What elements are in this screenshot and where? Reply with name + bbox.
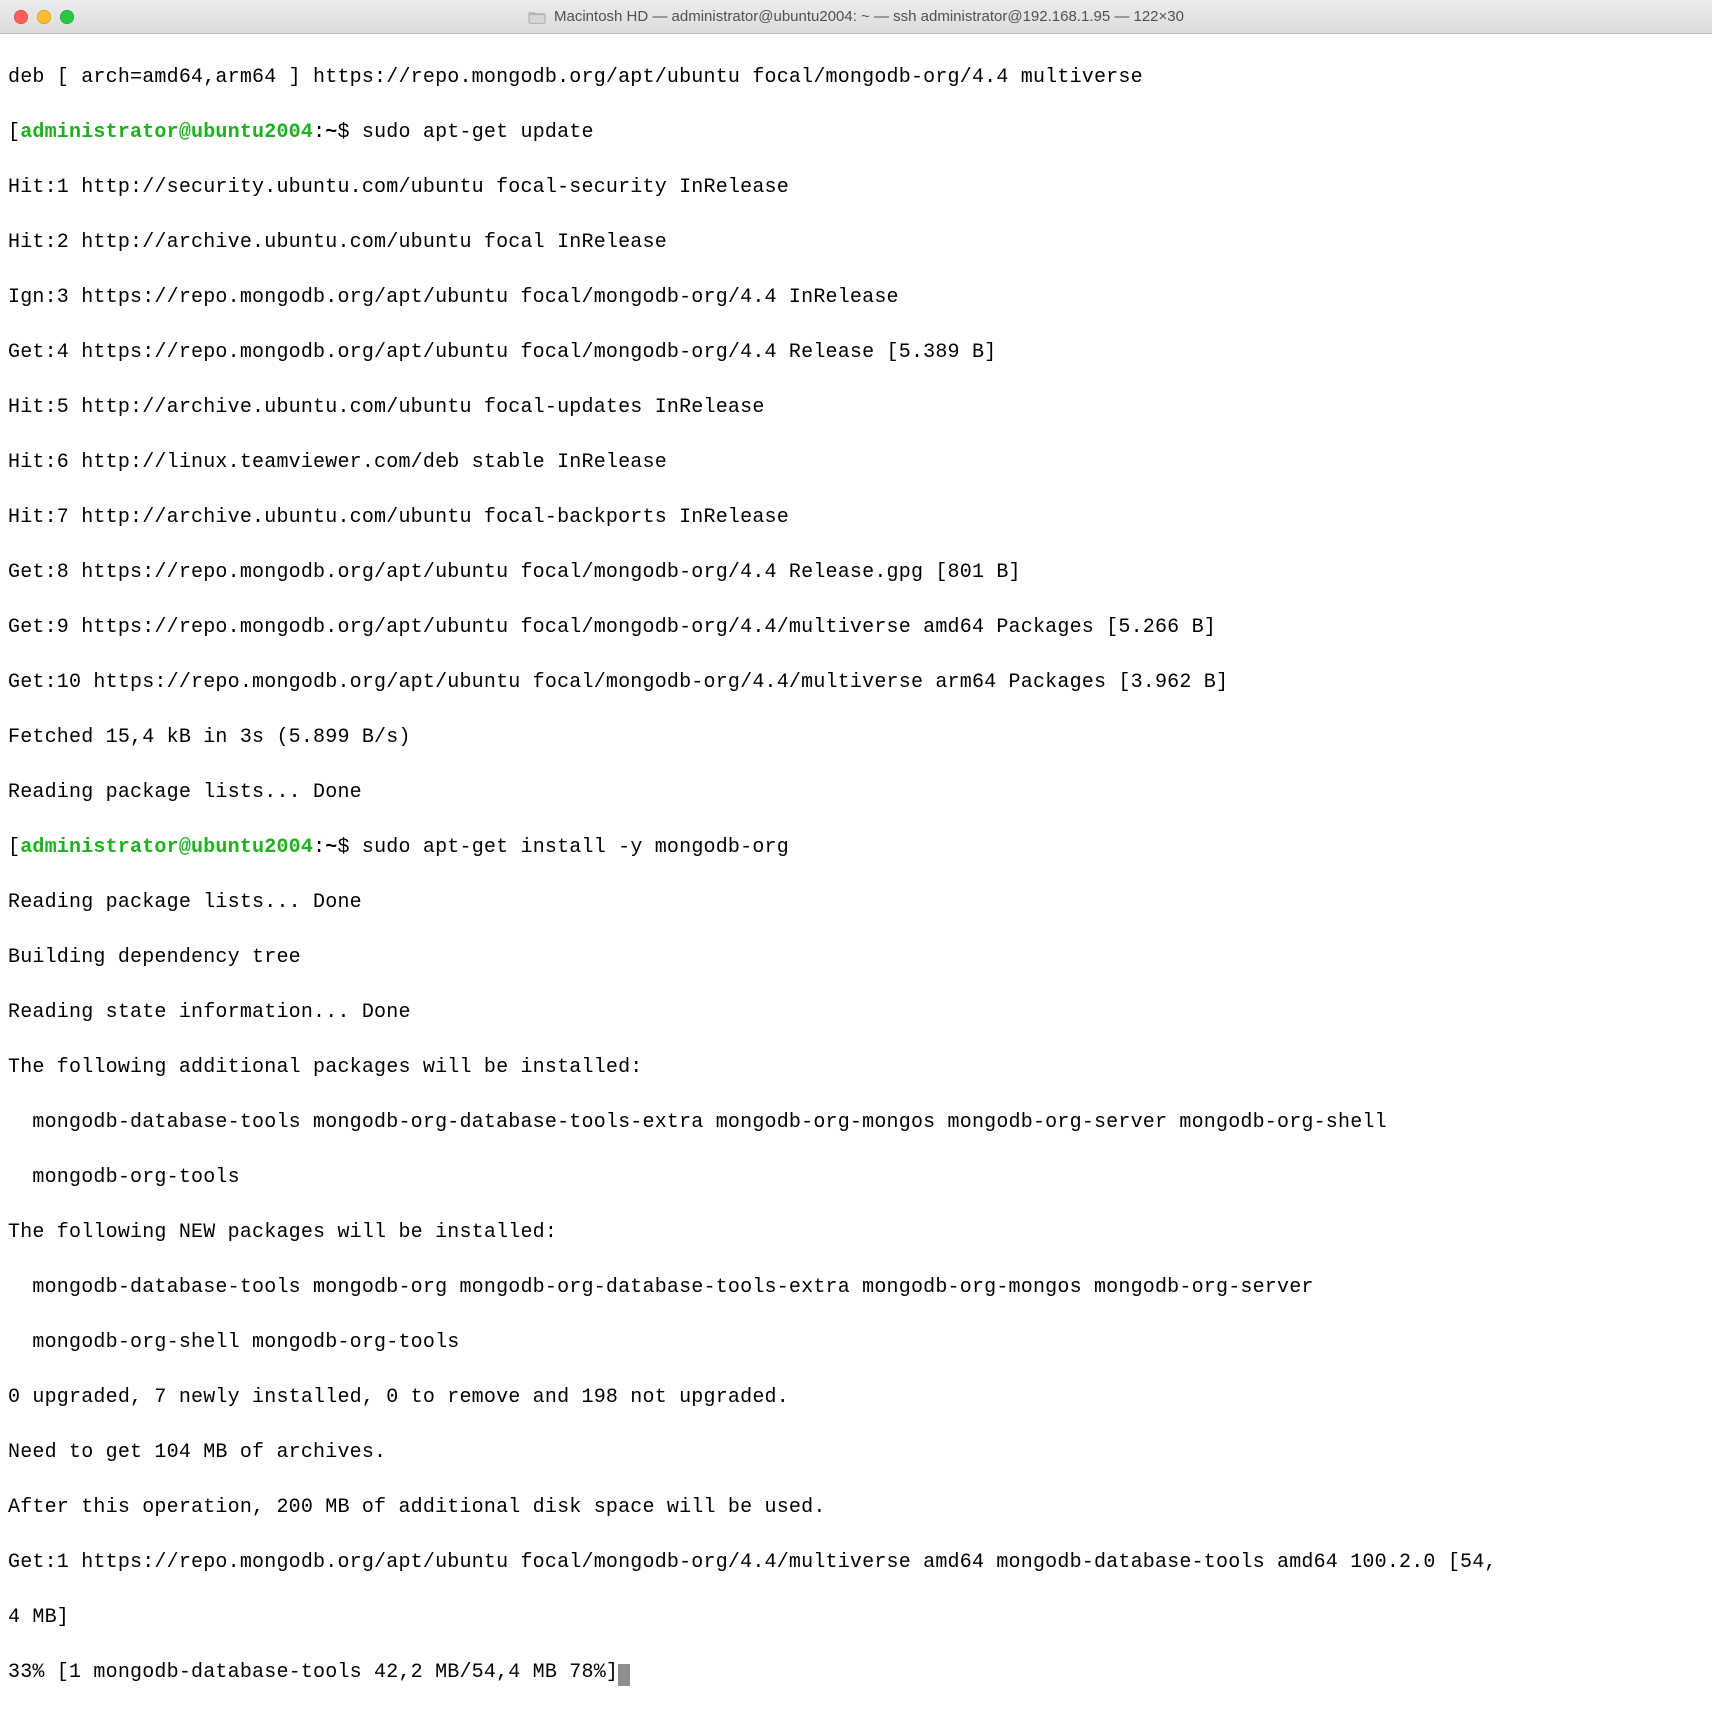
window-title: Macintosh HD — administrator@ubuntu2004:… xyxy=(554,8,1184,25)
prompt-user-host: administrator@ubuntu2004 xyxy=(20,836,313,859)
command-text: sudo apt-get update xyxy=(362,121,594,144)
prompt-user-host: administrator@ubuntu2004 xyxy=(20,121,313,144)
window-titlebar: Macintosh HD — administrator@ubuntu2004:… xyxy=(0,0,1712,34)
output-line: Fetched 15,4 kB in 3s (5.899 B/s) xyxy=(8,724,1704,752)
prompt-line: [administrator@ubuntu2004:~$ sudo apt-ge… xyxy=(8,119,1704,147)
command-text: sudo apt-get install -y mongodb-org xyxy=(362,836,789,859)
output-line: Get:9 https://repo.mongodb.org/apt/ubunt… xyxy=(8,614,1704,642)
prompt-line: [administrator@ubuntu2004:~$ sudo apt-ge… xyxy=(8,834,1704,862)
folder-icon xyxy=(528,8,546,26)
output-line: Hit:7 http://archive.ubuntu.com/ubuntu f… xyxy=(8,504,1704,532)
close-button[interactable] xyxy=(14,10,28,24)
output-line: After this operation, 200 MB of addition… xyxy=(8,1494,1704,1522)
output-line: Ign:3 https://repo.mongodb.org/apt/ubunt… xyxy=(8,284,1704,312)
output-line: Reading package lists... Done xyxy=(8,889,1704,917)
output-line: Hit:5 http://archive.ubuntu.com/ubuntu f… xyxy=(8,394,1704,422)
traffic-lights xyxy=(14,10,74,24)
output-line: mongodb-database-tools mongodb-org mongo… xyxy=(8,1274,1704,1302)
output-line: deb [ arch=amd64,arm64 ] https://repo.mo… xyxy=(8,64,1704,92)
progress-line: 33% [1 mongodb-database-tools 42,2 MB/54… xyxy=(8,1659,1704,1687)
output-line: Get:4 https://repo.mongodb.org/apt/ubunt… xyxy=(8,339,1704,367)
output-line: The following additional packages will b… xyxy=(8,1054,1704,1082)
output-line: The following NEW packages will be insta… xyxy=(8,1219,1704,1247)
output-line: Get:8 https://repo.mongodb.org/apt/ubunt… xyxy=(8,559,1704,587)
output-line: mongodb-database-tools mongodb-org-datab… xyxy=(8,1109,1704,1137)
output-line: Get:10 https://repo.mongodb.org/apt/ubun… xyxy=(8,669,1704,697)
output-line: mongodb-org-shell mongodb-org-tools xyxy=(8,1329,1704,1357)
terminal-content[interactable]: deb [ arch=amd64,arm64 ] https://repo.mo… xyxy=(0,34,1712,1716)
output-line: Hit:1 http://security.ubuntu.com/ubuntu … xyxy=(8,174,1704,202)
output-line: Need to get 104 MB of archives. xyxy=(8,1439,1704,1467)
output-line: mongodb-org-tools xyxy=(8,1164,1704,1192)
output-line: Reading package lists... Done xyxy=(8,779,1704,807)
output-line: 0 upgraded, 7 newly installed, 0 to remo… xyxy=(8,1384,1704,1412)
zoom-button[interactable] xyxy=(60,10,74,24)
output-line: Hit:2 http://archive.ubuntu.com/ubuntu f… xyxy=(8,229,1704,257)
cursor-icon xyxy=(618,1664,630,1686)
output-line: Building dependency tree xyxy=(8,944,1704,972)
minimize-button[interactable] xyxy=(37,10,51,24)
output-line: Reading state information... Done xyxy=(8,999,1704,1027)
output-line: 4 MB] xyxy=(8,1604,1704,1632)
output-line: Get:1 https://repo.mongodb.org/apt/ubunt… xyxy=(8,1549,1704,1577)
output-line: Hit:6 http://linux.teamviewer.com/deb st… xyxy=(8,449,1704,477)
